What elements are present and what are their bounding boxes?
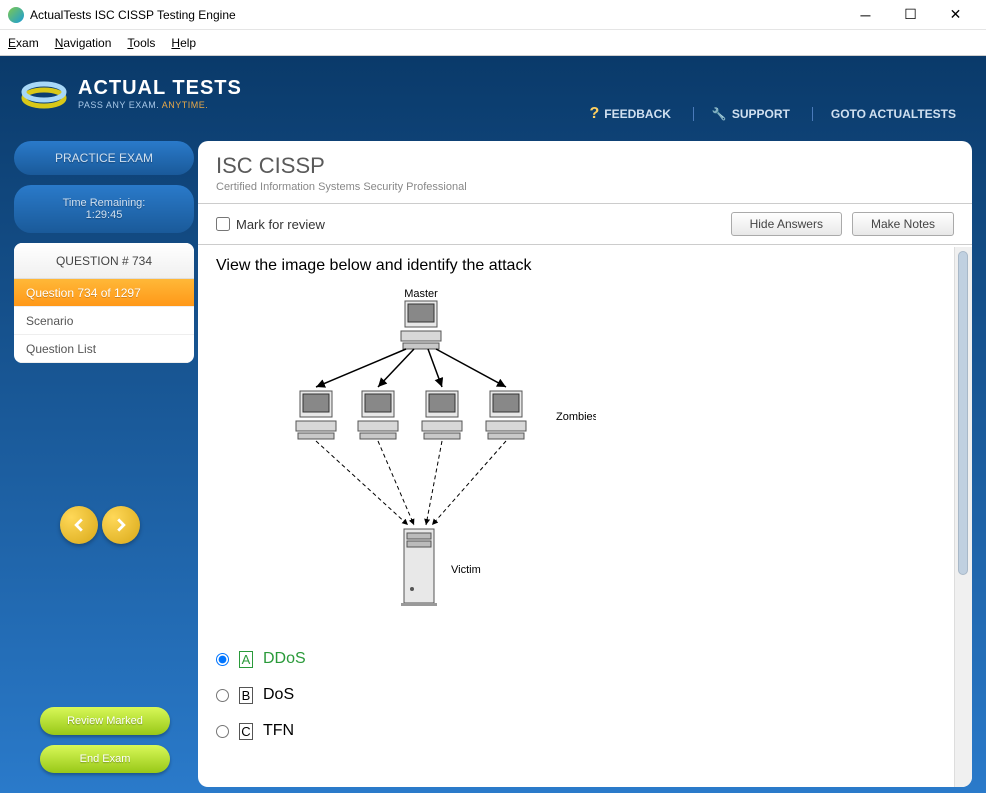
answer-option-b[interactable]: B DoS — [216, 686, 954, 704]
answer-radio-b[interactable] — [216, 689, 229, 702]
app-header: ACTUAL TESTS PASS ANY EXAM. ANYTIME. ? F… — [0, 56, 986, 131]
goto-link[interactable]: GOTO ACTUALTESTS — [812, 107, 966, 121]
menu-help[interactable]: Help — [171, 36, 196, 50]
menu-exam[interactable]: Exam — [8, 36, 39, 50]
maximize-button[interactable]: ☐ — [888, 1, 933, 29]
answer-option-a[interactable]: A DDoS — [216, 650, 954, 668]
menu-navigation[interactable]: Navigation — [55, 36, 112, 50]
minimize-button[interactable]: ─ — [843, 1, 888, 29]
diagram-master-label: Master — [404, 288, 438, 300]
window-title: ActualTests ISC CISSP Testing Engine — [30, 8, 843, 22]
mark-for-review[interactable]: Mark for review — [216, 217, 325, 232]
answer-radio-c[interactable] — [216, 725, 229, 738]
logo: ACTUAL TESTS PASS ANY EXAM. ANYTIME. — [20, 70, 242, 118]
question-body: View the image below and identify the at… — [198, 245, 972, 785]
wrench-icon: 🔧 — [712, 107, 727, 121]
exam-subtitle: Certified Information Systems Security P… — [216, 181, 954, 193]
logo-subtitle: PASS ANY EXAM. ANYTIME. — [78, 100, 242, 110]
scrollbar[interactable] — [954, 247, 972, 787]
time-value: 1:29:45 — [86, 209, 123, 221]
review-marked-button[interactable]: Review Marked — [40, 707, 170, 735]
next-button[interactable] — [102, 506, 140, 544]
header-links: ? FEEDBACK 🔧 SUPPORT GOTO ACTUALTESTS — [579, 105, 966, 123]
menu-bar: Exam Navigation Tools Help — [0, 30, 986, 56]
question-toolbar: Mark for review Hide Answers Make Notes — [198, 204, 972, 245]
answer-option-c[interactable]: C TFN — [216, 722, 954, 740]
window-controls: ─ ☐ ✕ — [843, 1, 978, 29]
bottom-buttons: Review Marked End Exam — [40, 707, 170, 773]
window-titlebar: ActualTests ISC CISSP Testing Engine ─ ☐… — [0, 0, 986, 30]
logo-icon — [20, 70, 68, 118]
answer-letter: B — [239, 687, 253, 704]
app-body: ACTUAL TESTS PASS ANY EXAM. ANYTIME. ? F… — [0, 56, 986, 793]
app-icon — [8, 7, 24, 23]
attack-diagram: Master — [256, 285, 954, 620]
close-button[interactable]: ✕ — [933, 1, 978, 29]
hide-answers-button[interactable]: Hide Answers — [731, 212, 842, 236]
diagram-victim-label: Victim — [451, 564, 481, 576]
answer-text: TFN — [263, 722, 294, 740]
logo-title: ACTUAL TESTS — [78, 77, 242, 100]
answer-radio-a[interactable] — [216, 653, 229, 666]
question-text: View the image below and identify the at… — [216, 257, 954, 275]
diagram-zombies-label: Zombies — [556, 411, 596, 423]
answer-text: DDoS — [263, 650, 306, 668]
sidebar-item-question-list[interactable]: Question List — [14, 335, 194, 363]
question-nav: QUESTION # 734 Question 734 of 1297 Scen… — [14, 243, 194, 363]
answer-list: A DDoS B DoS C TFN — [216, 650, 954, 740]
answer-letter: A — [239, 651, 253, 668]
menu-tools[interactable]: Tools — [127, 36, 155, 50]
content-header: ISC CISSP Certified Information Systems … — [198, 141, 972, 204]
time-remaining-pill: Time Remaining: 1:29:45 — [14, 185, 194, 233]
support-link[interactable]: 🔧 SUPPORT — [693, 107, 800, 121]
sidebar-item-question[interactable]: Question 734 of 1297 — [14, 279, 194, 307]
exam-title: ISC CISSP — [216, 153, 954, 179]
sidebar: PRACTICE EXAM Time Remaining: 1:29:45 QU… — [14, 141, 194, 363]
prev-button[interactable] — [60, 506, 98, 544]
time-label: Time Remaining: — [63, 197, 146, 209]
end-exam-button[interactable]: End Exam — [40, 745, 170, 773]
answer-letter: C — [239, 723, 253, 740]
nav-arrows — [60, 506, 140, 544]
content-panel: ISC CISSP Certified Information Systems … — [198, 141, 972, 787]
practice-exam-pill[interactable]: PRACTICE EXAM — [14, 141, 194, 175]
make-notes-button[interactable]: Make Notes — [852, 212, 954, 236]
scrollbar-thumb[interactable] — [958, 251, 968, 575]
sidebar-item-scenario[interactable]: Scenario — [14, 307, 194, 335]
question-nav-header: QUESTION # 734 — [14, 243, 194, 279]
mark-checkbox[interactable] — [216, 217, 230, 231]
feedback-link[interactable]: ? FEEDBACK — [579, 105, 680, 123]
question-icon: ? — [589, 105, 599, 123]
answer-text: DoS — [263, 686, 294, 704]
